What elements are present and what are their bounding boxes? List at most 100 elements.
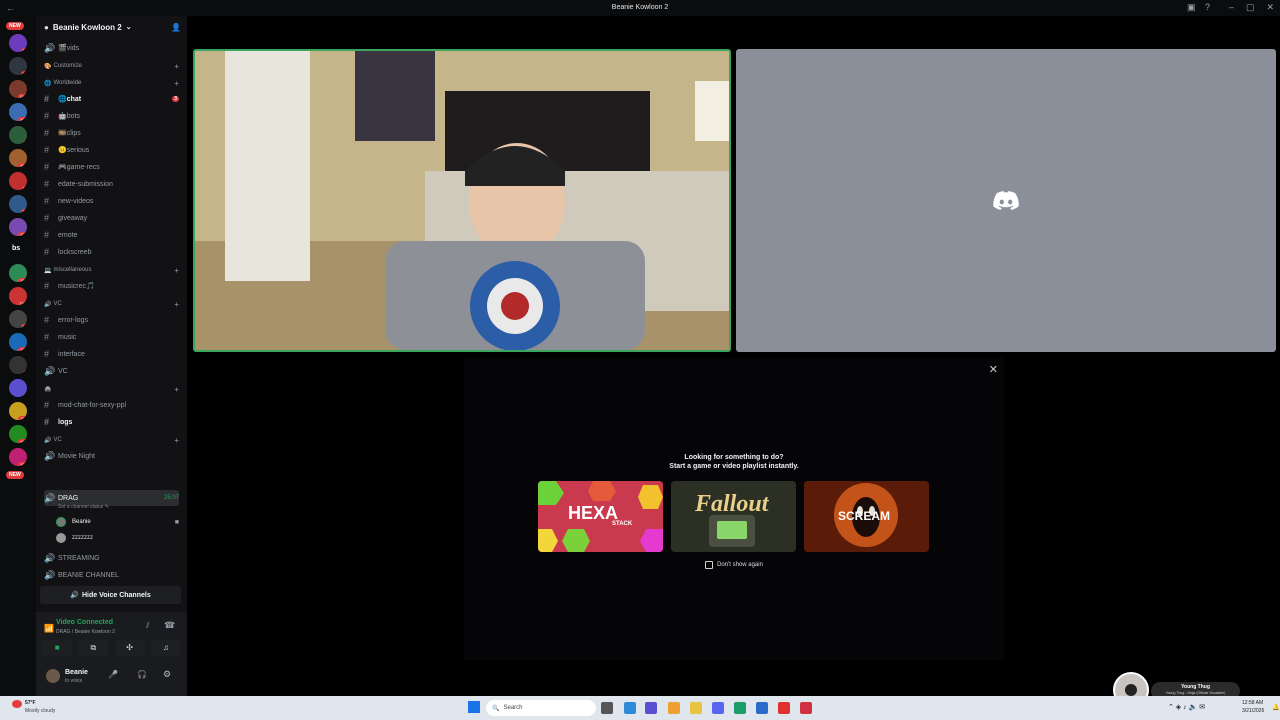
server-icon[interactable]: 413	[9, 218, 27, 236]
teams-icon[interactable]	[645, 702, 657, 714]
windows-start-icon[interactable]	[468, 701, 480, 713]
channel-category[interactable]: 🎨 Customize +	[44, 60, 179, 72]
server-icon[interactable]: 1K+	[9, 80, 27, 98]
channel-item[interactable]: # interface	[44, 346, 179, 362]
camera-button[interactable]: ■	[42, 640, 73, 656]
channel-item[interactable]: # lockscreeb	[44, 244, 179, 260]
help-icon[interactable]: ?	[1205, 2, 1210, 12]
obs-icon[interactable]	[800, 702, 812, 714]
channel-item[interactable]: # new-videos	[44, 193, 179, 209]
game-card-scream[interactable]: SCREAM	[804, 481, 929, 552]
channel-item[interactable]: # logs	[44, 414, 179, 430]
server-icon[interactable]: 487	[9, 103, 27, 121]
channel-item[interactable]: # giveaway	[44, 210, 179, 226]
noise-suppression-icon[interactable]: ⫽	[146, 621, 150, 631]
copilot-icon[interactable]	[624, 702, 636, 714]
channel-item[interactable]: # 🌐chat 3	[44, 91, 179, 107]
channel-category[interactable]: 🚔 +	[44, 383, 179, 395]
weather-temp[interactable]: 57°F	[25, 700, 36, 706]
inbox-icon[interactable]: ▣	[1187, 2, 1196, 13]
add-channel-icon[interactable]: +	[174, 385, 179, 394]
channel-category[interactable]: 💻 miscellaneous +	[44, 264, 179, 276]
channel-item[interactable]: # mod-chat-for-sexy-ppl	[44, 397, 179, 413]
server-icon[interactable]: 11	[9, 57, 27, 75]
server-icon[interactable]: 169	[9, 448, 27, 466]
server-icon[interactable]: 395	[9, 402, 27, 420]
voice-member-zzz[interactable]: zzzzzzz	[56, 530, 179, 546]
voice-member-beanie[interactable]: Beanie ■	[56, 514, 179, 530]
channel-item[interactable]: 🔊 Movie Night	[44, 448, 179, 464]
store-icon[interactable]	[756, 702, 768, 714]
dont-show-again[interactable]: Don't show again	[464, 561, 1004, 569]
server-icon[interactable]: bs	[9, 241, 27, 259]
file-explorer-icon[interactable]	[690, 702, 702, 714]
channel-item[interactable]: # 🎞️clips	[44, 125, 179, 141]
video-tile-beanie[interactable]	[193, 49, 731, 352]
channel-status[interactable]: Set a channel status ✎	[58, 504, 109, 510]
server-icon[interactable]: 164	[9, 333, 27, 351]
microphone-icon[interactable]: 🎤	[108, 670, 118, 679]
maximize-button[interactable]: ▢	[1246, 2, 1255, 13]
add-channel-icon[interactable]: +	[174, 300, 179, 309]
channel-item[interactable]: # 🤖bots	[44, 108, 179, 124]
chrome-icon[interactable]	[668, 702, 680, 714]
clock-time[interactable]: 12:58 AM	[1242, 700, 1263, 706]
channel-item[interactable]: # 😐serious	[44, 142, 179, 158]
channel-category[interactable]: 🔊 VC +	[44, 298, 179, 310]
settings-gear-icon[interactable]: ⚙	[163, 669, 171, 680]
connection-status[interactable]: Video Connected	[56, 619, 113, 626]
server-icon[interactable]: 386	[9, 264, 27, 282]
channel-item[interactable]: # error-logs	[44, 312, 179, 328]
avatar	[56, 533, 66, 543]
edge-icon[interactable]	[734, 702, 746, 714]
checkbox[interactable]	[705, 561, 714, 569]
avatar[interactable]	[46, 669, 60, 683]
add-channel-icon[interactable]: +	[174, 436, 179, 445]
server-icon[interactable]: 1K+	[9, 287, 27, 305]
channel-item[interactable]: # emote	[44, 227, 179, 243]
add-member-icon[interactable]: 👤	[171, 23, 181, 32]
video-tile-empty[interactable]	[736, 49, 1276, 352]
add-channel-icon[interactable]: +	[174, 79, 179, 88]
discord-taskbar-icon[interactable]	[712, 702, 724, 714]
add-channel-icon[interactable]: +	[174, 62, 179, 71]
server-icon[interactable]: 17	[9, 310, 27, 328]
activities-button[interactable]: ✣	[114, 640, 145, 656]
voice-channel-beanie[interactable]: 🔊 BEANIE CHANNEL	[44, 567, 179, 583]
screen-share-button[interactable]: ⧉	[78, 640, 109, 656]
channel-item[interactable]: # music	[44, 329, 179, 345]
channel-item[interactable]: # edate-submission	[44, 176, 179, 192]
server-icon[interactable]: 400	[9, 149, 27, 167]
server-icon[interactable]: 442	[9, 425, 27, 443]
soundboard-button[interactable]: ♫	[150, 640, 181, 656]
add-channel-icon[interactable]: +	[174, 266, 179, 275]
game-card-hexa-stack[interactable]: HEXA STACK	[538, 481, 663, 552]
server-icon[interactable]: 81	[9, 34, 27, 52]
server-icon[interactable]: 3	[9, 356, 27, 374]
taskbar-search[interactable]: 🔍 Search	[486, 700, 596, 716]
clock-date[interactable]: 3/21/2026	[1242, 708, 1264, 714]
minimize-button[interactable]: –	[1229, 2, 1234, 13]
server-icon[interactable]: 4	[9, 126, 27, 144]
taskview-icon[interactable]	[601, 702, 613, 714]
channel-category[interactable]: 🔊 VC +	[44, 434, 179, 446]
channel-item[interactable]: 🔊 🎬vids	[44, 40, 179, 56]
channel-item[interactable]: # musicrec🎵	[44, 278, 179, 294]
channel-item[interactable]: 🔊 VC	[44, 363, 179, 379]
close-icon[interactable]: ✕	[989, 363, 998, 376]
server-icon[interactable]: 8	[9, 379, 27, 397]
voice-channel-streaming[interactable]: 🔊 STREAMING	[44, 550, 179, 566]
channel-item[interactable]: # 🎮game-recs	[44, 159, 179, 175]
game-card-fallout[interactable]: Fallout	[671, 481, 796, 552]
server-header[interactable]: ● Beanie Kowloon 2 ⌄ 👤	[36, 16, 187, 38]
hide-voice-channels-button[interactable]: 🔊 Hide Voice Channels	[40, 586, 181, 604]
channel-category[interactable]: 🌐 Worldwide +	[44, 77, 179, 89]
headphones-icon[interactable]: 🎧	[137, 670, 147, 679]
server-icon[interactable]: 26	[9, 195, 27, 213]
tray-icons[interactable]: ⌃ ◈ ♪ 🔈 ✉	[1168, 703, 1205, 711]
close-window-button[interactable]: ✕	[1266, 2, 1274, 13]
disconnect-icon[interactable]: ☎	[164, 620, 175, 631]
notification-icon[interactable]: 🔔	[1272, 704, 1279, 711]
app-icon[interactable]	[778, 702, 790, 714]
server-icon[interactable]: 34	[9, 172, 27, 190]
